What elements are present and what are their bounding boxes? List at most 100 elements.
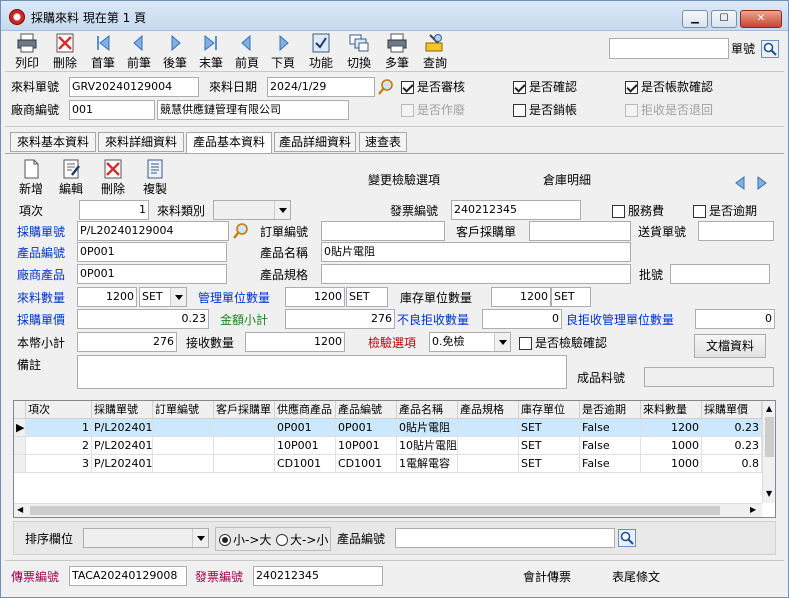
grid-cell[interactable]: P/L2024012 bbox=[92, 419, 153, 437]
reject-qty-field[interactable]: 0 bbox=[482, 309, 562, 329]
grid-cell[interactable]: 1200 bbox=[641, 419, 702, 437]
product-name-field[interactable]: 0貼片電阻 bbox=[321, 242, 631, 262]
grid-cell[interactable]: 10貼片電阻 bbox=[397, 437, 458, 455]
grid-col-header[interactable]: 是否逾期 bbox=[580, 401, 641, 419]
grid-cell[interactable]: P/L2024012 bbox=[92, 455, 153, 473]
delete-item-button[interactable]: 刪除 bbox=[95, 159, 131, 199]
grid-cell[interactable] bbox=[214, 437, 275, 455]
grid-col-header[interactable]: 項次 bbox=[26, 401, 92, 419]
magnifier-icon[interactable] bbox=[232, 222, 250, 240]
stock-unit-qty-field[interactable]: 1200 bbox=[491, 287, 551, 307]
function-button[interactable]: 功能 bbox=[303, 33, 339, 73]
grid-cell[interactable]: False bbox=[580, 437, 641, 455]
grid-cell[interactable]: 0P001 bbox=[336, 419, 397, 437]
grid-cell[interactable]: 0貼片電阻 bbox=[397, 419, 458, 437]
next-page-button[interactable]: 下頁 bbox=[265, 33, 301, 73]
product-spec-field[interactable] bbox=[321, 264, 631, 284]
scroll-up-icon[interactable]: ▲ bbox=[766, 404, 772, 413]
scroll-thumb[interactable] bbox=[765, 417, 774, 457]
item-field[interactable]: 1 bbox=[79, 200, 149, 220]
reviewed-checkbox[interactable] bbox=[401, 81, 414, 94]
reject-mgmt-qty-field[interactable]: 0 bbox=[695, 309, 775, 329]
service-fee-checkbox[interactable] bbox=[612, 205, 625, 218]
warehouse-detail-link[interactable]: 倉庫明細 bbox=[543, 172, 591, 188]
search-icon[interactable] bbox=[618, 529, 636, 547]
tab-receipt-detail[interactable]: 來料詳細資料 bbox=[98, 132, 184, 152]
last-record-button[interactable]: 末筆 bbox=[193, 33, 229, 73]
tab-quick-lookup[interactable]: 速查表 bbox=[359, 132, 407, 152]
grid-col-header[interactable]: 產品編號 bbox=[336, 401, 397, 419]
prev-record-button[interactable]: 前筆 bbox=[121, 33, 157, 73]
grid-col-header[interactable]: 產品名稱 bbox=[397, 401, 458, 419]
sort-asc-radio[interactable] bbox=[219, 534, 231, 546]
scroll-down-icon[interactable]: ▼ bbox=[766, 489, 772, 498]
qty-label[interactable]: 來料數量 bbox=[17, 290, 65, 306]
grid-cell[interactable] bbox=[153, 437, 214, 455]
closed-checkbox[interactable] bbox=[513, 104, 526, 117]
grid-col-header[interactable]: 產品規格 bbox=[458, 401, 519, 419]
magnifier-icon[interactable] bbox=[377, 78, 395, 96]
unit-price-label[interactable]: 採購單價 bbox=[17, 312, 65, 328]
grid-cell[interactable]: SET bbox=[519, 437, 580, 455]
grid-cell[interactable]: 10P001 bbox=[275, 437, 336, 455]
amount-field[interactable]: 276 bbox=[285, 309, 395, 329]
query-button[interactable]: 查詢 bbox=[417, 33, 453, 73]
grid-cell[interactable]: 0.23 bbox=[702, 437, 762, 455]
horizontal-scrollbar[interactable]: ◀ ▶ bbox=[14, 503, 762, 517]
grid-cell[interactable]: 1000 bbox=[641, 437, 702, 455]
receipt-no-field[interactable]: GRV20240129004 bbox=[69, 77, 199, 97]
footer-terms-link[interactable]: 表尾條文 bbox=[612, 569, 660, 585]
grid-col-header[interactable]: 客戶採購單 bbox=[214, 401, 275, 419]
prev-arrow-icon[interactable] bbox=[733, 175, 747, 191]
docs-button[interactable]: 文檔資料 bbox=[694, 334, 766, 358]
close-button[interactable]: ✕ bbox=[740, 10, 782, 28]
stock-unit-field[interactable]: SET bbox=[551, 287, 591, 307]
chevron-down-icon[interactable] bbox=[170, 288, 186, 306]
tab-product-detail[interactable]: 產品詳細資料 bbox=[274, 132, 356, 152]
po-no-label[interactable]: 採購單號 bbox=[17, 224, 65, 240]
add-button[interactable]: 新增 bbox=[13, 159, 49, 199]
vendor-name-field[interactable]: 競慧供應鏈管理有限公司 bbox=[157, 100, 349, 120]
grid-cell[interactable]: SET bbox=[519, 455, 580, 473]
po-no-field[interactable]: P/L20240129004 bbox=[77, 221, 229, 241]
product-no-field[interactable]: 0P001 bbox=[77, 242, 227, 262]
grid-col-header[interactable]: 採購單價 bbox=[702, 401, 762, 419]
maximize-button[interactable]: ☐ bbox=[711, 10, 737, 28]
grid-cell[interactable]: CD1001 bbox=[336, 455, 397, 473]
chevron-down-icon[interactable] bbox=[192, 529, 208, 547]
scroll-left-icon[interactable]: ◀ bbox=[17, 505, 23, 514]
grid-col-header[interactable]: 來料數量 bbox=[641, 401, 702, 419]
grid-cell[interactable]: 2 bbox=[26, 437, 92, 455]
grid-cell[interactable] bbox=[153, 455, 214, 473]
invoice-no-field[interactable]: 240212345 bbox=[451, 200, 581, 220]
chevron-down-icon[interactable] bbox=[494, 333, 510, 351]
prev-page-button[interactable]: 前頁 bbox=[229, 33, 265, 73]
vendor-product-label[interactable]: 廠商產品 bbox=[17, 267, 65, 283]
product-no-label[interactable]: 產品編號 bbox=[17, 245, 65, 261]
ap-confirmed-checkbox[interactable] bbox=[625, 81, 638, 94]
qty-field[interactable]: 1200 bbox=[77, 287, 137, 307]
first-record-button[interactable]: 首筆 bbox=[85, 33, 121, 73]
grid-cell[interactable]: 1電解電容 bbox=[397, 455, 458, 473]
accepted-qty-field[interactable]: 1200 bbox=[245, 332, 345, 352]
vertical-scrollbar[interactable]: ▲ ▼ bbox=[762, 401, 775, 503]
confirmed-checkbox[interactable] bbox=[513, 81, 526, 94]
grid-col-header[interactable]: 供應商產品 bbox=[275, 401, 336, 419]
grid-cell[interactable]: 10P001 bbox=[336, 437, 397, 455]
sort-product-no-field[interactable] bbox=[395, 528, 615, 548]
voucher-no-field[interactable]: TACA20240129008 bbox=[69, 566, 187, 586]
grid-cell[interactable] bbox=[458, 437, 519, 455]
search-icon[interactable] bbox=[761, 40, 779, 58]
tab-product-basic[interactable]: 產品基本資料 bbox=[186, 132, 272, 154]
chevron-down-icon[interactable] bbox=[274, 201, 290, 219]
delivery-no-field[interactable] bbox=[698, 221, 774, 241]
sort-desc-radio[interactable] bbox=[276, 534, 288, 546]
inspection-confirm-checkbox[interactable] bbox=[519, 337, 532, 350]
grid-cell[interactable]: 0P001 bbox=[275, 419, 336, 437]
copy-button[interactable]: 複製 bbox=[137, 159, 173, 199]
unit-price-field[interactable]: 0.23 bbox=[77, 309, 209, 329]
grid-cell[interactable]: 3 bbox=[26, 455, 92, 473]
local-subtotal-field[interactable]: 276 bbox=[77, 332, 177, 352]
receipt-date-field[interactable]: 2024/1/29 bbox=[267, 77, 375, 97]
grid-cell[interactable] bbox=[458, 419, 519, 437]
